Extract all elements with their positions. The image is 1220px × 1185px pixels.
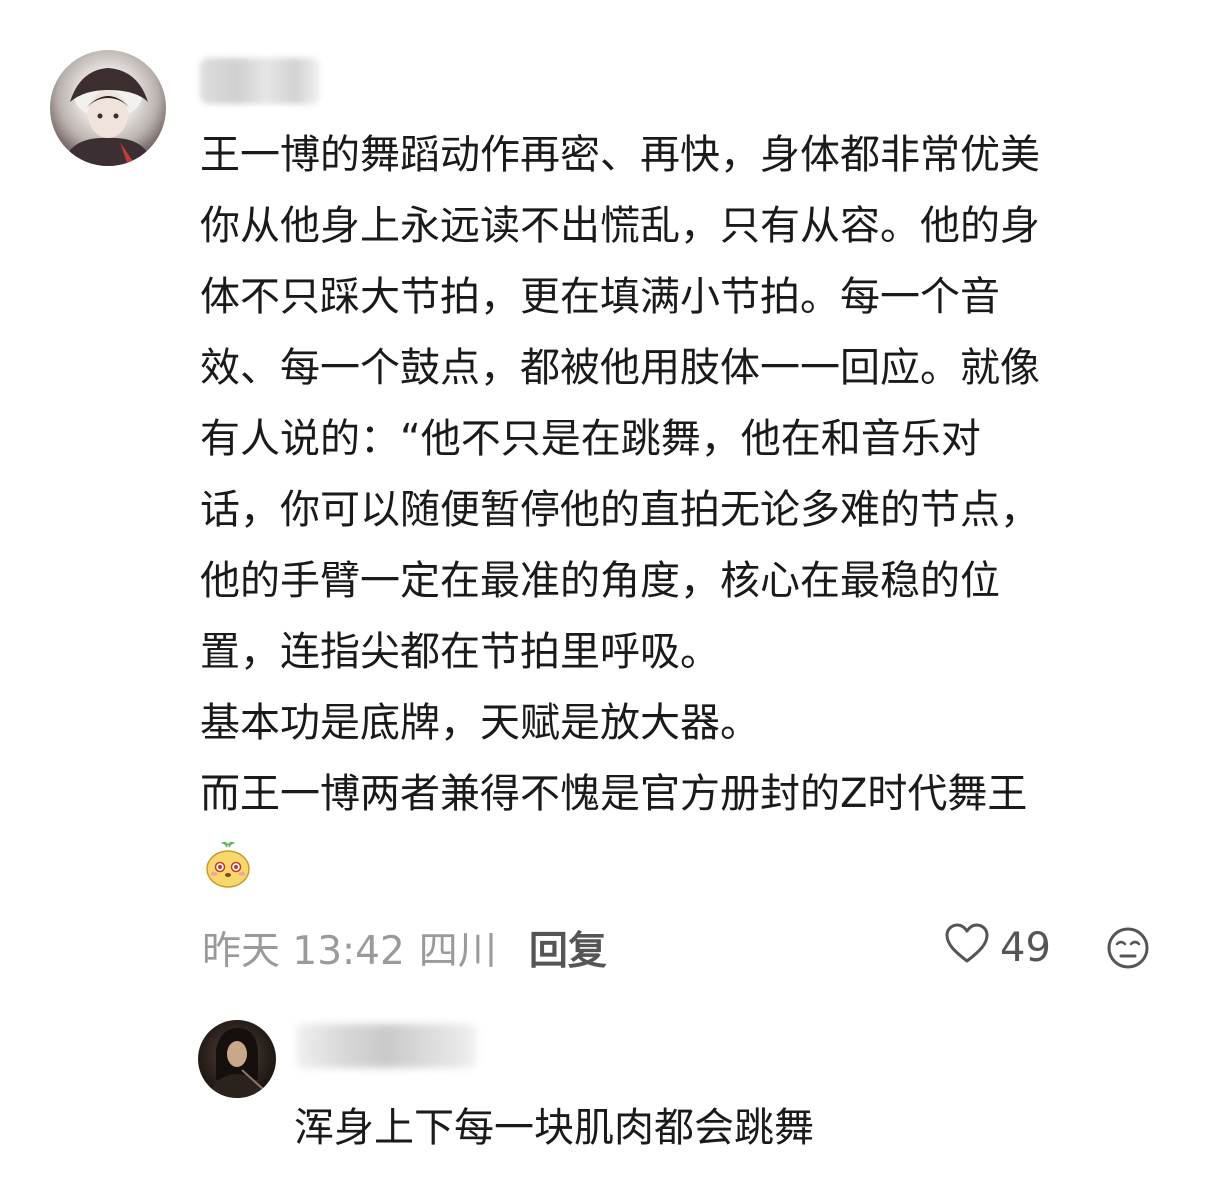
like-count: 49 <box>1000 925 1051 971</box>
like-button[interactable]: 49 <box>944 922 1051 974</box>
comment-line: 体不只踩大节拍，更在填满小节拍。每一个音 <box>200 274 1000 320</box>
comment-line: 效、每一个鼓点，都被他用肢体一一回应。就像 <box>200 345 1040 391</box>
avatar-illustration <box>62 68 154 166</box>
reply-text: 浑身上下每一块肌肉都会跳舞 <box>294 1105 814 1151</box>
comment-line: 基本功是底牌，天赋是放大器。 <box>200 700 760 746</box>
comment-location: 四川 <box>418 929 497 974</box>
comment-line: 他的手臂一定在最准的角度，核心在最稳的位 <box>200 558 1000 604</box>
comment-line: 王一博的舞蹈动作再密、再快，身体都非常优美 <box>200 132 1040 178</box>
comment-text: 王一博的舞蹈动作再密、再快，身体都非常优美 你从他身上永远读不出慌乱，只有从容。… <box>200 120 1160 830</box>
avatar-illustration <box>208 1028 266 1098</box>
comment-meta: 昨天 13:42 四川 回复 <box>202 920 607 976</box>
replier-avatar[interactable] <box>198 1020 276 1098</box>
comment-line: 话，你可以随便暂停他的直拍无论多难的节点， <box>200 487 1040 533</box>
comment-line: 有人说的：“他不只是在跳舞，他在和音乐对 <box>200 416 981 462</box>
comment-line: 置，连指尖都在节拍里呼吸。 <box>200 629 720 675</box>
replier-username-blurred[interactable] <box>296 1024 476 1068</box>
commenter-username-blurred[interactable] <box>200 58 320 104</box>
commenter-avatar[interactable] <box>50 50 166 166</box>
heart-outline-icon <box>944 922 990 974</box>
comment-line: 你从他身上永远读不出慌乱，只有从容。他的身 <box>200 203 1040 249</box>
smiling-bean-emoji-icon <box>203 840 253 890</box>
unamused-face-icon[interactable] <box>1106 926 1150 970</box>
comment-line: 而王一博两者兼得不愧是官方册封的Z时代舞王 <box>200 771 1028 817</box>
reply-button[interactable]: 回复 <box>529 920 607 976</box>
comment-time: 昨天 13:42 <box>202 929 405 974</box>
